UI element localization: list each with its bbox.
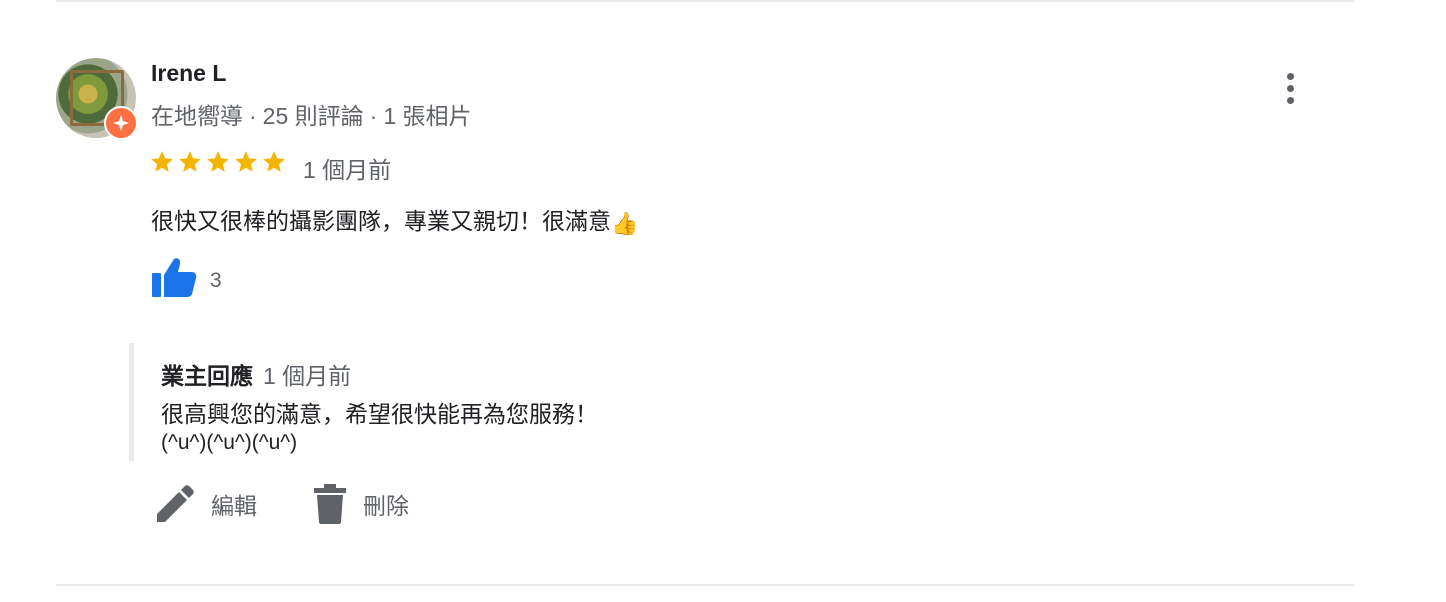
like-button[interactable] bbox=[150, 256, 198, 300]
owner-reply-text: 很高興您的滿意，希望很快能再為您服務！ bbox=[161, 401, 598, 427]
review-time: 1 個月前 bbox=[303, 157, 392, 183]
reviewer-name[interactable]: Irene L bbox=[151, 60, 226, 87]
owner-reply-label: 業主回應 bbox=[161, 363, 253, 389]
more-options-button[interactable] bbox=[1276, 68, 1304, 108]
pencil-icon bbox=[157, 485, 194, 522]
review-body: 很快又很棒的攝影團隊，專業又親切！很滿意 bbox=[151, 208, 611, 234]
like-count: 3 bbox=[210, 269, 222, 292]
delete-reply-button[interactable]: 刪除 bbox=[313, 484, 409, 524]
star-icon bbox=[263, 151, 285, 172]
local-guide-badge-icon bbox=[104, 106, 138, 140]
top-divider bbox=[56, 0, 1354, 2]
owner-reply-header: 業主回應 1 個月前 bbox=[161, 357, 351, 391]
reviewer-meta: 在地嚮導 · 25 則評論 · 1 張相片 bbox=[151, 97, 472, 131]
review-text: 很快又很棒的攝影團隊，專業又親切！很滿意👍 bbox=[151, 202, 638, 237]
star-icon bbox=[151, 151, 173, 172]
meta-separator: · bbox=[369, 103, 378, 129]
star-icon bbox=[179, 151, 201, 172]
edit-label: 編輯 bbox=[211, 493, 257, 519]
more-vert-icon bbox=[1286, 72, 1294, 80]
local-guide-label: 在地嚮導 bbox=[151, 103, 243, 129]
review-count: 25 則評論 bbox=[262, 103, 364, 129]
thumb-up-icon bbox=[152, 258, 197, 297]
meta-separator: · bbox=[249, 103, 257, 129]
star-icon bbox=[207, 151, 229, 172]
photo-count: 1 張相片 bbox=[383, 103, 472, 129]
bottom-divider bbox=[56, 584, 1354, 586]
delete-label: 刪除 bbox=[363, 493, 409, 519]
owner-reply: 業主回應 1 個月前 很高興您的滿意，希望很快能再為您服務！ (^u^)(^u^)… bbox=[129, 343, 834, 461]
thumbs-up-emoji: 👍 bbox=[611, 211, 639, 236]
owner-reply-emoticons: (^u^)(^u^)(^u^) bbox=[161, 431, 298, 454]
trash-icon bbox=[314, 484, 346, 524]
star-rating bbox=[149, 149, 287, 175]
owner-reply-time: 1 個月前 bbox=[263, 363, 352, 389]
edit-reply-button[interactable]: 編輯 bbox=[155, 484, 257, 524]
star-icon bbox=[235, 151, 257, 172]
